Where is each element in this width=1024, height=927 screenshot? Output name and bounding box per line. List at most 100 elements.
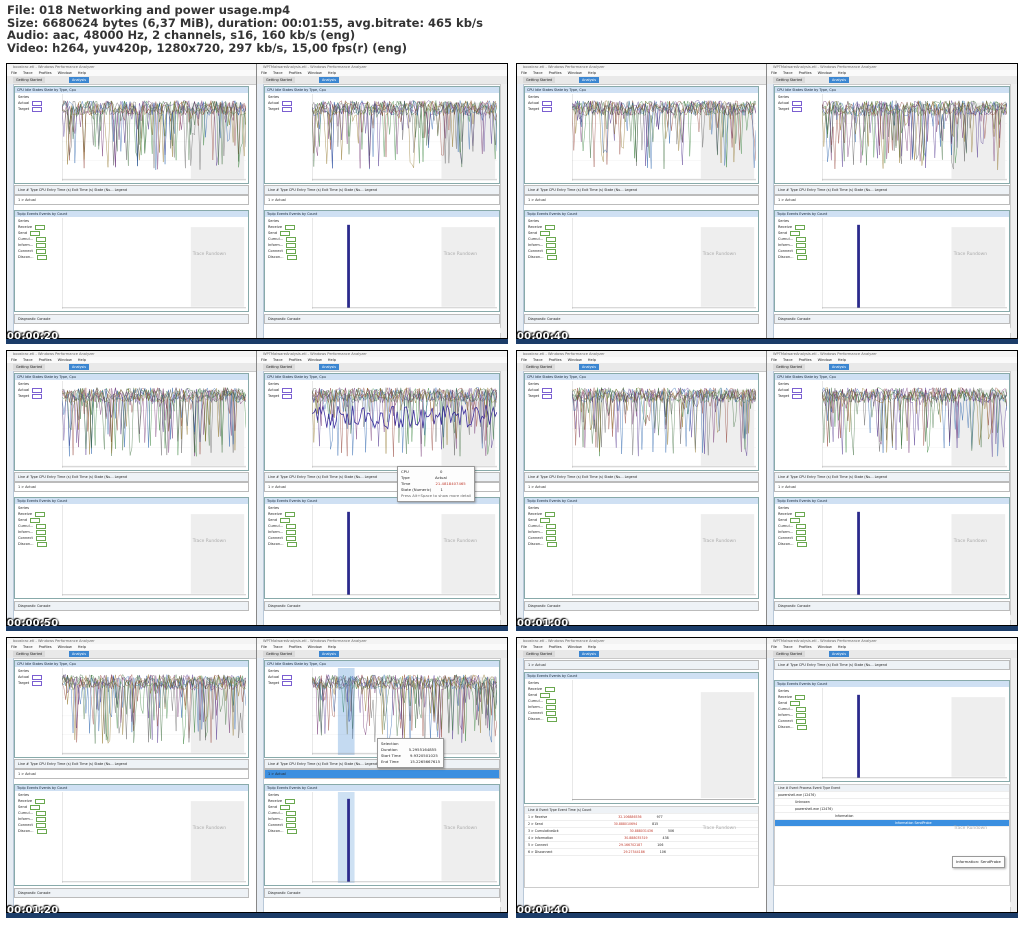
menu-item[interactable]: File [261, 71, 267, 75]
legend-item[interactable]: Target [526, 393, 570, 399]
cpu-graph-header[interactable]: CPU Idle States State by Type, Cpu [15, 374, 248, 380]
menu-item[interactable]: Help [838, 645, 846, 649]
events-bar-chart[interactable] [572, 680, 756, 801]
menu-item[interactable]: Window [308, 71, 322, 75]
cpu-table-row[interactable]: 1 > Actual [774, 482, 1010, 492]
menu-item[interactable]: Profiles [289, 358, 302, 362]
legend-item[interactable]: Discon... [776, 541, 820, 547]
menu-item[interactable]: Window [568, 645, 582, 649]
menu-item[interactable]: File [771, 71, 777, 75]
diagnostic-console[interactable]: Diagnostic Console [264, 888, 500, 898]
diagnostic-console[interactable]: Diagnostic Console [524, 314, 759, 324]
menu-item[interactable]: Profiles [289, 71, 302, 75]
cpu-table-row[interactable]: 1 > Actual [14, 769, 249, 779]
cpu-graph-header[interactable]: CPU Idle States State by Type, Cpu [775, 87, 1009, 93]
menu-item[interactable]: Window [568, 358, 582, 362]
events-bar-chart[interactable] [62, 505, 246, 596]
tab-analysis[interactable]: Analysis [829, 651, 849, 657]
cpu-graph-header[interactable]: CPU Idle States State by Type, Cpu [15, 87, 248, 93]
legend-item[interactable]: Target [16, 106, 60, 112]
menu-item[interactable]: File [11, 645, 17, 649]
events-graph-header[interactable]: TcpIp Events Events by Count [15, 211, 248, 217]
tab-getting-started[interactable]: Getting Started [263, 364, 296, 370]
tab-analysis[interactable]: Analysis [69, 77, 89, 83]
table-row[interactable]: 6 > Disconnect 29.27544186 106 [525, 849, 758, 856]
tab-analysis[interactable]: Analysis [579, 364, 599, 370]
tab-getting-started[interactable]: Getting Started [773, 77, 806, 83]
menu-item[interactable]: Trace [273, 358, 283, 362]
diagnostic-console[interactable]: Diagnostic Console [264, 601, 500, 611]
cpu-graph-header[interactable]: CPU Idle States State by Type, Cpu [265, 661, 499, 667]
menu-item[interactable]: Profiles [799, 71, 812, 75]
cpu-graph-header[interactable]: CPU Idle States State by Type, Cpu [525, 87, 758, 93]
diagnostic-console[interactable]: Diagnostic Console [14, 601, 249, 611]
cpu-line-chart[interactable] [822, 94, 1007, 181]
tab-getting-started[interactable]: Getting Started [773, 651, 806, 657]
events-bar-chart[interactable] [572, 505, 756, 596]
tab-getting-started[interactable]: Getting Started [263, 77, 296, 83]
menu-item[interactable]: Help [78, 71, 86, 75]
menu-item[interactable]: Profiles [549, 71, 562, 75]
menu-item[interactable]: Window [818, 71, 832, 75]
menu-item[interactable]: Trace [273, 645, 283, 649]
diagnostic-console[interactable]: Diagnostic Console [774, 601, 1010, 611]
tab-getting-started[interactable]: Getting Started [13, 77, 46, 83]
legend-item[interactable]: Discon... [776, 724, 820, 730]
menu-item[interactable]: Profiles [549, 645, 562, 649]
menu-item[interactable]: File [11, 358, 17, 362]
tab-getting-started[interactable]: Getting Started [523, 364, 556, 370]
cpu-table-row[interactable]: 1 > Actual [774, 195, 1010, 205]
events-bar-chart[interactable] [62, 792, 246, 883]
menu-item[interactable]: Trace [533, 71, 543, 75]
menu-item[interactable]: Trace [783, 645, 793, 649]
tab-analysis[interactable]: Analysis [319, 77, 339, 83]
menu-item[interactable]: Trace [23, 645, 33, 649]
menu-item[interactable]: Help [78, 645, 86, 649]
tab-analysis[interactable]: Analysis [69, 364, 89, 370]
menu-item[interactable]: Help [588, 645, 596, 649]
events-bar-chart[interactable] [62, 218, 246, 309]
menu-item[interactable]: Help [78, 358, 86, 362]
menu-item[interactable]: Profiles [39, 71, 52, 75]
tab-analysis[interactable]: Analysis [319, 651, 339, 657]
cpu-table-row[interactable]: 1 > Actual [264, 769, 500, 779]
legend-item[interactable]: Discon... [16, 541, 60, 547]
table-row[interactable]: 1 > Receive 32.106886536 977 [525, 814, 758, 821]
cpu-table-row[interactable]: 1 > Actual [14, 195, 249, 205]
legend-item[interactable]: Discon... [266, 254, 310, 260]
cpu-line-chart[interactable] [312, 381, 497, 468]
legend-item[interactable]: Discon... [526, 254, 570, 260]
tab-getting-started[interactable]: Getting Started [523, 651, 556, 657]
menu-item[interactable]: File [521, 71, 527, 75]
legend-item[interactable]: Target [776, 106, 820, 112]
tab-getting-started[interactable]: Getting Started [773, 364, 806, 370]
cpu-line-chart[interactable] [62, 381, 246, 468]
legend-item[interactable]: Target [266, 680, 310, 686]
cpu-line-chart[interactable] [62, 94, 246, 181]
cpu-line-chart[interactable] [572, 94, 756, 181]
events-bar-chart[interactable] [822, 688, 1007, 779]
events-graph-header[interactable]: TcpIp Events Events by Count [525, 673, 758, 679]
menu-item[interactable]: File [521, 358, 527, 362]
menu-item[interactable]: Window [58, 71, 72, 75]
events-bar-chart[interactable] [312, 792, 497, 883]
menu-item[interactable]: File [771, 358, 777, 362]
events-graph-header[interactable]: TcpIp Events Events by Count [775, 498, 1009, 504]
legend-item[interactable]: Target [16, 393, 60, 399]
diagnostic-console[interactable]: Diagnostic Console [14, 314, 249, 324]
legend-item[interactable]: Discon... [526, 716, 570, 722]
legend-item[interactable]: Target [526, 106, 570, 112]
events-bar-chart[interactable] [572, 218, 756, 309]
menu-item[interactable]: Help [588, 71, 596, 75]
diagnostic-console[interactable]: Diagnostic Console [14, 888, 249, 898]
table-row[interactable]: Unknown [775, 799, 1009, 806]
events-graph-header[interactable]: TcpIp Events Events by Count [15, 785, 248, 791]
menu-item[interactable]: Window [58, 358, 72, 362]
cpu-graph-header[interactable]: CPU Idle States State by Type, Cpu [15, 661, 248, 667]
menu-item[interactable]: Trace [533, 645, 543, 649]
events-graph-header[interactable]: TcpIp Events Events by Count [525, 498, 758, 504]
legend-item[interactable]: Discon... [266, 541, 310, 547]
events-graph-header[interactable]: TcpIp Events Events by Count [775, 681, 1009, 687]
menu-item[interactable]: Trace [23, 71, 33, 75]
menu-item[interactable]: Help [838, 358, 846, 362]
